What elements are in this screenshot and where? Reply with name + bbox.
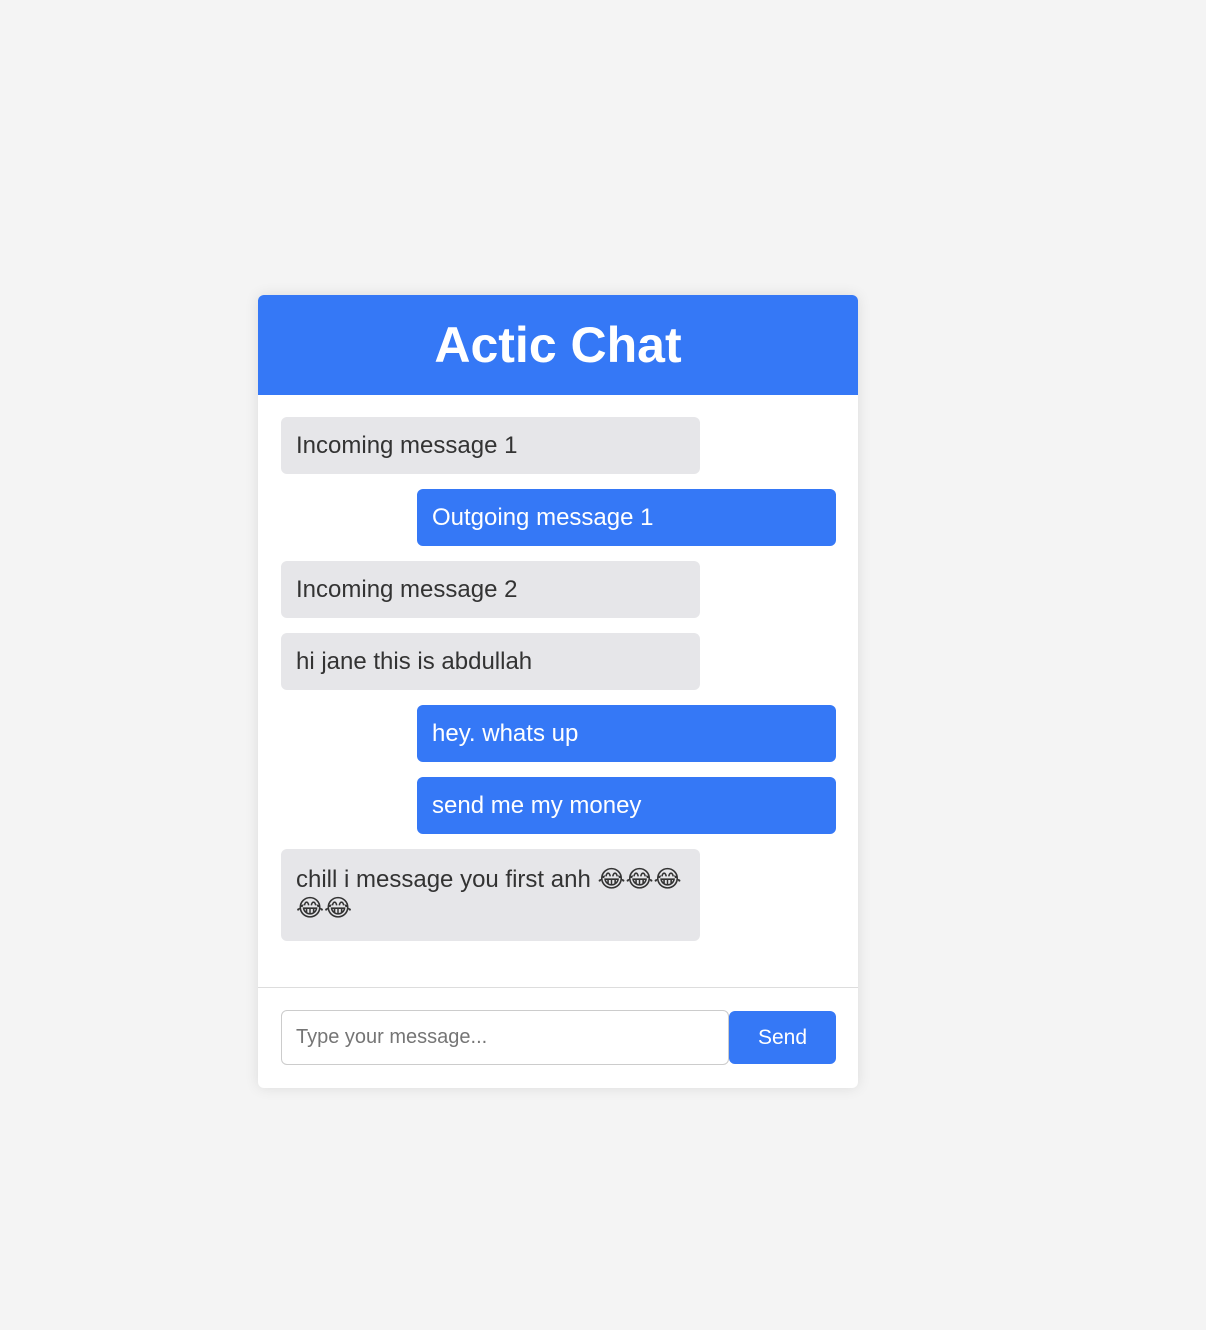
message-list[interactable]: Incoming message 1 Outgoing message 1 In… bbox=[258, 395, 858, 987]
incoming-message: Incoming message 1 bbox=[281, 417, 700, 474]
chat-window: Actic Chat Incoming message 1 Outgoing m… bbox=[258, 295, 858, 1088]
chat-header: Actic Chat bbox=[258, 295, 858, 395]
outgoing-message: hey. whats up bbox=[417, 705, 836, 762]
incoming-message: Incoming message 2 bbox=[281, 561, 700, 618]
send-button[interactable]: Send bbox=[729, 1011, 836, 1064]
message-input[interactable] bbox=[281, 1010, 729, 1065]
outgoing-message: Outgoing message 1 bbox=[417, 489, 836, 546]
incoming-message: chill i message you first anh 😂😂😂😂😂 bbox=[281, 849, 700, 941]
chat-title: Actic Chat bbox=[434, 317, 682, 373]
message-composer: Send bbox=[258, 988, 858, 1088]
incoming-message: hi jane this is abdullah bbox=[281, 633, 700, 690]
outgoing-message: send me my money bbox=[417, 777, 836, 834]
